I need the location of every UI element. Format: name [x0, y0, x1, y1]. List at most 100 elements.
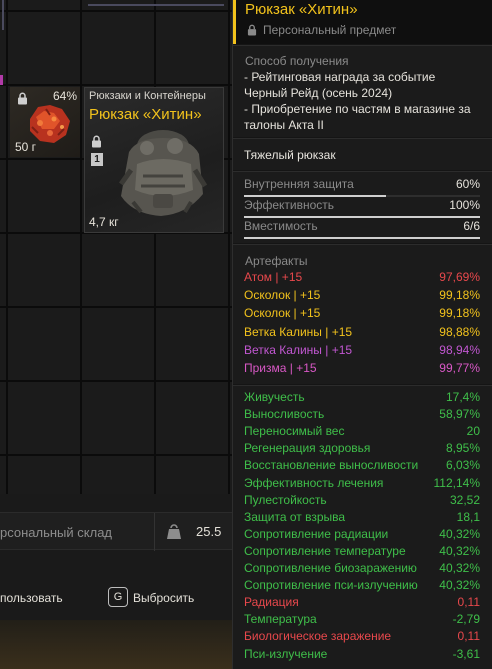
artifacts-label: Артефакты: [245, 254, 308, 268]
item-category: Рюкзаки и Контейнеры: [89, 90, 206, 102]
bonus-row-name: Сопротивление пси-излучению: [244, 578, 418, 593]
tooltip-subtitle: Персональный предмет: [247, 23, 396, 39]
bonus-row: Живучесть 17,4%: [244, 390, 480, 407]
item-level-badge: 1: [91, 153, 103, 166]
divider: [154, 513, 155, 551]
bonus-row-value: -3,61: [452, 646, 480, 661]
source-line: - Рейтинговая награда за событие: [244, 70, 436, 84]
artifact-row-value: 98,94%: [439, 342, 480, 357]
source-line: Черный Рейд (осень 2024): [244, 86, 393, 100]
bonus-row-name: Эффективность лечения: [244, 475, 384, 490]
bonus-row-name: Сопротивление радиации: [244, 526, 389, 541]
stat-label: Вместимость: [244, 219, 318, 233]
personal-item-label: Персональный предмет: [263, 23, 397, 37]
bonus-row: Регенерация здоровья 8,95%: [244, 441, 480, 458]
bonus-row: Пулестойкость 32,52: [244, 493, 480, 510]
inventory-grid[interactable]: [0, 0, 232, 494]
artifact-row-name: Осколок | +15: [244, 288, 321, 303]
bonus-row: Радиация 0,11: [244, 595, 480, 612]
stats-section: Внутренняя защита 60% Эффективность 100%…: [233, 171, 492, 243]
bonus-row: Сопротивление радиации 40,32%: [244, 527, 480, 544]
bonus-row-name: Биологическое заражение: [244, 629, 392, 644]
bonus-row-value: 6,03%: [445, 458, 480, 473]
stat-label: Внутренняя защита: [244, 177, 354, 191]
grid-divider: [88, 0, 224, 6]
source-section: Способ получения - Рейтинговая награда з…: [233, 45, 492, 137]
artifact-row-value: 97,69%: [439, 270, 480, 284]
stash-name[interactable]: рсональный склад: [0, 525, 112, 540]
bonus-row-name: Сопротивление биозаражению: [244, 561, 417, 575]
stat-bar: [244, 216, 480, 218]
source-line: талоны Акта II: [244, 118, 324, 132]
bonus-row-value: -2,79: [452, 612, 480, 627]
artifact-row-value: 98,88%: [439, 324, 480, 339]
artifact-row-name: Призма | +15: [244, 361, 317, 375]
stat-row: Внутренняя защита 60%: [244, 177, 480, 197]
stat-value: 6/6: [463, 219, 480, 233]
artifact-row: Ветка Калины | +15 98,94%: [244, 343, 480, 360]
bonus-row: Сопротивление температуре 40,32%: [244, 544, 480, 561]
bonus-row-value: 20: [466, 424, 480, 439]
item-type: Тяжелый рюкзак: [244, 148, 336, 162]
bonus-row: Пси-излучение -3,61: [244, 647, 480, 664]
artifact-row-name: Ветка Калины | +15: [244, 324, 353, 339]
artifacts-section: Артефакты Атом | +15 97,69% Осколок | +15 9…: [233, 244, 492, 384]
inventory-panel: 64% 50 г Рюкзаки и Контейнеры Рюкзак «Хи…: [0, 0, 232, 669]
artifact-row-name: Ветка Калины | +15: [244, 342, 353, 357]
artifact-row-value: 99,77%: [439, 361, 480, 375]
bonus-row: Сопротивление пси-излучению 40,32%: [244, 578, 480, 595]
bonus-row-name: Радиация: [244, 595, 299, 610]
use-button[interactable]: пользовать: [0, 591, 63, 605]
artifact-row: Ветка Калины | +15 98,88%: [244, 325, 480, 342]
stat-label: Эффективность: [244, 198, 335, 212]
artifact-row-value: 99,18%: [439, 306, 480, 321]
bonus-row-name: Восстановление выносливости: [244, 458, 419, 473]
bonus-row-value: 112,14%: [433, 475, 480, 490]
bonus-row-name: Сопротивление температуре: [244, 543, 406, 558]
bonus-row-value: 17,4%: [445, 390, 480, 404]
bonus-row: Переносимый вес 20: [244, 424, 480, 441]
artifact-row-value: 99,18%: [439, 288, 480, 303]
bonus-row-name: Выносливость: [244, 407, 325, 422]
tooltip-header: Рюкзак «Хитин» Персональный предмет: [233, 0, 492, 44]
bonus-row-value: 0,11: [457, 629, 480, 644]
bonus-row-value: 40,32%: [439, 561, 480, 575]
artifact-row: Осколок | +15 99,18%: [244, 306, 480, 323]
bonus-row-name: Живучесть: [244, 390, 305, 404]
bonus-row: Биологическое заражение 0,11: [244, 629, 480, 646]
stat-bar: [244, 237, 480, 239]
inventory-item-backpack[interactable]: Рюкзаки и Контейнеры Рюкзак «Хитин» 1 4,…: [84, 87, 224, 233]
artifact-row: Призма | +15 99,77%: [244, 361, 480, 378]
bonus-row-name: Температура: [244, 612, 317, 627]
source-label: Способ получения: [245, 54, 349, 68]
bonus-row-value: 40,32%: [439, 526, 480, 541]
source-line: - Приобретение по частям в магазине за: [244, 102, 471, 116]
action-bar: пользовать G Выбросить: [0, 580, 232, 616]
lock-icon: [91, 135, 102, 153]
bonus-row: Восстановление выносливости 6,03%: [244, 458, 480, 475]
item-name: Рюкзак «Хитин»: [89, 106, 202, 123]
weight-icon: [166, 524, 182, 545]
tooltip-title: Рюкзак «Хитин»: [245, 1, 358, 18]
bonus-row-name: Регенерация здоровья: [244, 441, 371, 456]
drop-button[interactable]: Выбросить: [133, 591, 194, 605]
item-weight: 4,7 кг: [89, 215, 119, 229]
stash-bar: рсональный склад 25.5: [0, 512, 232, 551]
bonus-row-value: 40,32%: [439, 578, 480, 593]
bonus-row-name: Пулестойкость: [244, 492, 327, 507]
bonus-row-name: Защита от взрыва: [244, 509, 346, 524]
drop-key-hint: G: [108, 587, 128, 607]
backpack-image: [107, 124, 215, 225]
bonuses-section: Живучесть 17,4% Выносливость 58,97% Переноси…: [233, 385, 492, 669]
stat-row: Эффективность 100%: [244, 198, 480, 218]
stash-weight: 25.5: [196, 524, 222, 539]
lock-icon: [247, 24, 257, 39]
bonus-row-name: Пси-излучение: [244, 646, 328, 661]
inventory-item-artifact[interactable]: 64% 50 г: [10, 87, 80, 157]
item-durability: 64%: [52, 89, 77, 103]
stat-row: Вместимость 6/6: [244, 219, 480, 239]
bonus-row: Сопротивление биозаражению 40,32%: [244, 561, 480, 578]
bonus-row: Защита от взрыва 18,1: [244, 510, 480, 527]
bonus-row-name: Переносимый вес: [244, 424, 345, 439]
stat-value: 100%: [449, 198, 480, 212]
